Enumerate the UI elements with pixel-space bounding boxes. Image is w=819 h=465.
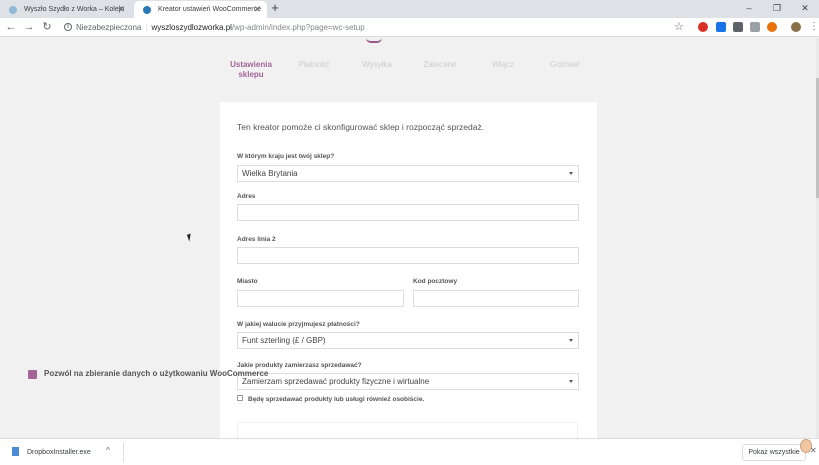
security-label: Niezabezpieczona [76,23,142,32]
tracking-label: Pozwól na zbieranie danych o użytkowaniu… [44,369,269,378]
country-label: W którym kraju jest twój sklep? [237,153,335,160]
url-path: /wp-admin/index.php?page=wc-setup [231,23,365,32]
step-store-setup: Ustawienia sklepu [230,60,272,79]
currency-value: Funt szterling (£ / GBP) [242,336,326,345]
step-shipping: Wysyłka [362,60,392,69]
extension-icon[interactable] [767,22,777,32]
chevron-up-icon[interactable]: ^ [106,446,110,455]
step-ready: Gotowe! [550,60,580,69]
tab-strip: Wyszło Szydło z Worka – Kolejn ✕ Kreator… [0,0,819,18]
city-label: Miasto [237,278,258,285]
postcode-label: Kod pocztowy [413,278,458,285]
chevron-down-icon [569,339,573,342]
products-select[interactable]: Zamierzam sprzedawać produkty fizyczne i… [237,373,579,390]
tab-kreator-woocommerce[interactable]: Kreator ustawień WooCommerce ✕ [134,1,267,18]
in-person-checkbox[interactable] [237,395,243,401]
step-payment: Płatność [298,60,330,69]
download-filename[interactable]: DropboxInstaller.exe [27,439,91,465]
tracking-optin-box [237,422,578,438]
extension-icon[interactable] [698,22,708,32]
in-person-label: Będę sprzedawać produkty lub usługi równ… [248,396,425,403]
show-all-button[interactable]: Pokaż wszystkie [742,444,806,461]
forward-button[interactable]: → [22,19,36,35]
country-value: Wielka Brytania [242,169,298,178]
tracking-checkbox[interactable] [28,370,37,379]
menu-kebab-icon[interactable]: ⋮ [809,20,819,34]
currency-label: W jakiej walucie przyjmujesz płatności? [237,321,360,328]
address-label: Adres [237,193,256,200]
step-recommended: Zalecane [423,60,457,69]
extension-icon[interactable] [733,22,743,32]
chevron-down-icon [569,380,573,383]
downloads-shelf: DropboxInstaller.exe ^ Pokaż wszystkie ✕ [0,438,819,465]
city-input[interactable] [237,290,404,307]
info-icon[interactable]: i [64,23,72,31]
address-input[interactable] [237,204,579,221]
intro-text: Ten kreator pomoże ci skonfigurować skle… [237,122,485,132]
file-icon [12,447,19,456]
back-button[interactable]: ← [4,19,18,35]
page-viewport: Ustawienia sklepu Płatność Wysyłka Zaleca… [0,38,819,438]
address2-label: Adres linia 2 [237,236,276,243]
store-setup-form: Ten kreator pomoże ci skonfigurować skle… [220,102,597,438]
products-label: Jakie produkty zamierzasz sprzedawać? [237,362,362,369]
url-separator: | [145,23,148,32]
divider [123,443,124,462]
tab-title: Kreator ustawień WooCommerce [158,6,261,13]
address-bar[interactable]: Niezabezpieczona | wyszloszydlozworka.pl/w… [76,18,365,37]
mouse-cursor-icon [186,233,194,242]
extension-icon[interactable] [716,22,726,32]
chevron-down-icon [569,172,573,175]
woocommerce-logo [366,38,382,43]
profile-avatar[interactable] [791,22,801,32]
site-favicon-icon [9,6,17,14]
tab-wyszlo-szydlo[interactable]: Wyszło Szydło z Worka – Kolejn ✕ [0,1,131,18]
browser-toolbar: ← → ↻ i Niezabezpieczona | wyszloszydlozwo… [0,18,819,37]
postcode-input[interactable] [413,290,579,307]
reload-button[interactable]: ↻ [40,19,54,35]
close-window-button[interactable]: ✕ [791,0,819,18]
maximize-button[interactable]: ❐ [763,0,791,18]
tab-title: Wyszło Szydło z Worka – Kolejn [24,6,125,13]
address2-input[interactable] [237,247,579,264]
country-select[interactable]: Wielka Brytania [237,165,579,182]
setup-steps: Ustawienia sklepu Płatność Wysyłka Zaleca… [220,60,597,113]
close-tab-icon[interactable]: ✕ [117,1,125,18]
products-value: Zamierzam sprzedawać produkty fizyczne i… [242,377,430,386]
close-icon[interactable]: ✕ [810,446,817,455]
bookmark-star-icon[interactable]: ☆ [674,21,684,33]
close-tab-icon[interactable]: ✕ [253,1,261,18]
minimize-button[interactable]: – [735,0,763,18]
step-activate: Włącz [492,60,514,69]
new-tab-button[interactable]: + [268,1,282,17]
currency-select[interactable]: Funt szterling (£ / GBP) [237,332,579,349]
url-host: wyszloszydlozworka.pl [151,23,232,32]
extension-icon[interactable] [750,22,760,32]
site-favicon-icon [143,6,151,14]
